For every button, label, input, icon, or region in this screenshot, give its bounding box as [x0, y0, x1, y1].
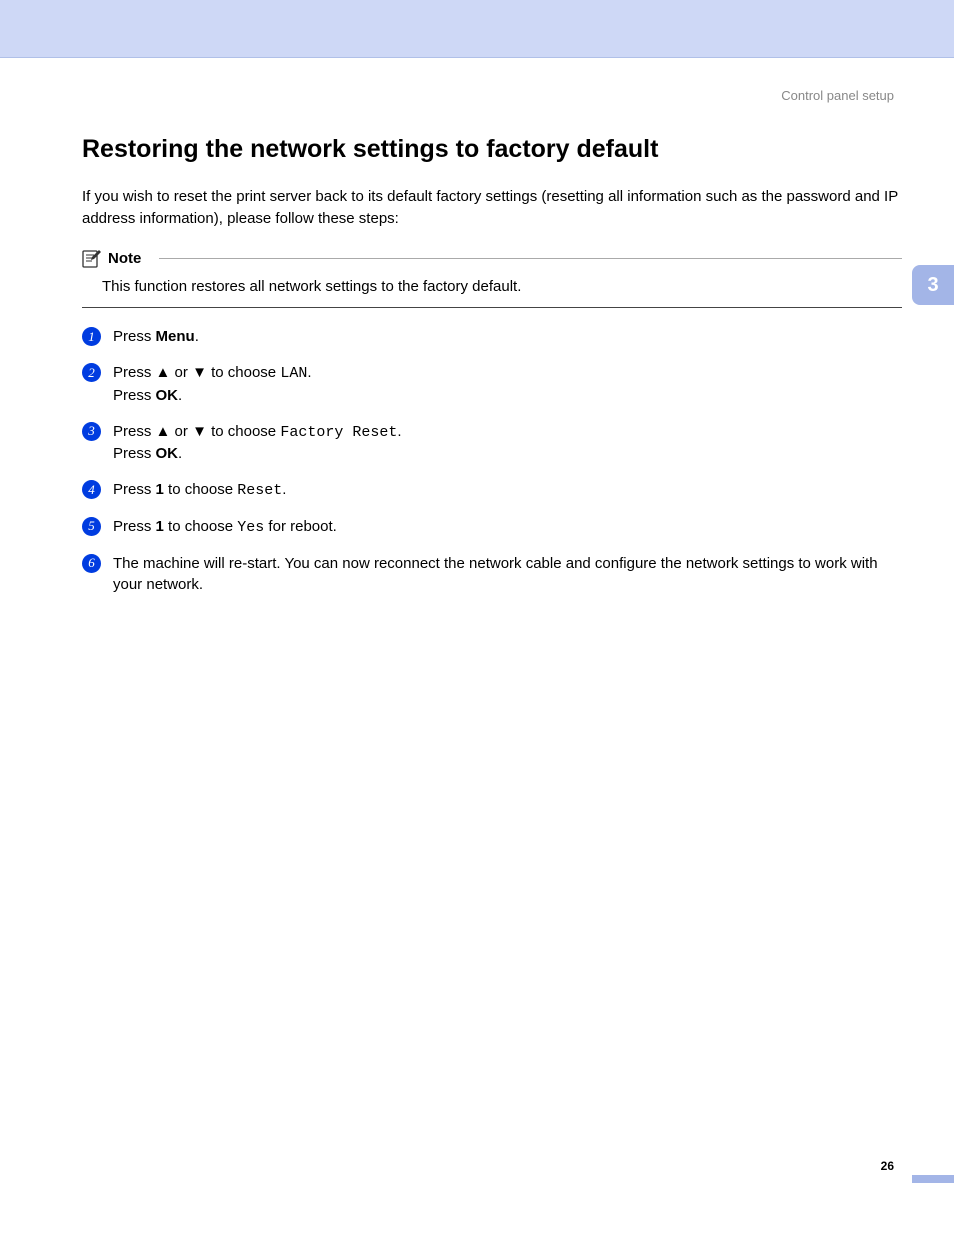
step: 5 Press 1 to choose Yes for reboot. [82, 516, 902, 539]
step-text-fragment: 1 [156, 518, 164, 535]
chapter-tab: 3 [912, 265, 954, 305]
step-text-fragment: Menu [156, 328, 195, 345]
step: 1 Press Menu. [82, 326, 902, 348]
page-content: Restoring the network settings to factor… [82, 135, 902, 610]
bottom-stripe [912, 1175, 954, 1183]
step-text-fragment: to choose [164, 481, 237, 498]
step-text-fragment: . [178, 387, 182, 404]
step-text-fragment: Reset [237, 482, 282, 499]
step-text-fragment: OK [156, 387, 179, 404]
step-text-fragment: Yes [237, 519, 264, 536]
step-body: The machine will re-start. You can now r… [113, 553, 902, 597]
note-icon [82, 250, 102, 268]
step-body: Press ▲ or ▼ to choose LAN. Press OK. [113, 362, 902, 407]
step-body: Press ▲ or ▼ to choose Factory Reset. Pre… [113, 421, 902, 466]
note-label: Note [108, 250, 141, 267]
step-number-badge: 6 [82, 554, 101, 573]
step: 6 The machine will re-start. You can now … [82, 553, 902, 597]
step-text-fragment: . [397, 423, 401, 440]
step-text-fragment: . [195, 328, 199, 345]
step-number-badge: 4 [82, 480, 101, 499]
step-text-fragment: 1 [156, 481, 164, 498]
section-header: Control panel setup [781, 88, 894, 103]
step-number-badge: 5 [82, 517, 101, 536]
note-text: This function restores all network setti… [82, 268, 902, 308]
step-text-fragment: Press [113, 518, 156, 535]
page-number: 26 [881, 1159, 894, 1173]
step-text-fragment: LAN [280, 365, 307, 382]
step-text-fragment: Factory Reset [280, 424, 397, 441]
step-text-fragment: Press [113, 481, 156, 498]
step-text-fragment: or [170, 423, 192, 440]
note-block: Note This function restores all network … [82, 250, 902, 309]
step-text-fragment: Press [113, 364, 156, 381]
step-text-fragment: . [307, 364, 311, 381]
step-number-badge: 3 [82, 422, 101, 441]
step-body: Press 1 to choose Yes for reboot. [113, 516, 902, 539]
step: 3Press ▲ or ▼ to choose Factory Reset.Pr… [82, 421, 902, 466]
step-text-fragment: Press [113, 387, 156, 404]
top-band [0, 0, 954, 58]
page-title: Restoring the network settings to factor… [82, 135, 902, 164]
step-number-badge: 2 [82, 363, 101, 382]
note-rule-bottom [82, 307, 902, 308]
step: 2 Press ▲ or ▼ to choose LAN. Press OK. [82, 362, 902, 407]
step-text-fragment: for reboot. [264, 518, 337, 535]
step-text-fragment: ▼ [192, 423, 207, 440]
step-text-fragment: to choose [164, 518, 237, 535]
note-rule-top [159, 258, 902, 259]
step-body: Press 1 to choose Reset. [113, 479, 902, 502]
step-text-fragment: Press [113, 328, 156, 345]
intro-paragraph: If you wish to reset the print server ba… [82, 186, 902, 230]
step-text-fragment: . [178, 445, 182, 462]
step-text-fragment: OK [156, 445, 179, 462]
step: 4 Press 1 to choose Reset. [82, 479, 902, 502]
step-body: Press Menu. [113, 326, 902, 348]
step-text-fragment: Press [113, 445, 156, 462]
step-text-fragment: The machine will re-start. You can now r… [113, 555, 878, 594]
step-number-badge: 1 [82, 327, 101, 346]
step-text-fragment: to choose [207, 423, 280, 440]
step-text-fragment: ▲ [156, 423, 171, 440]
note-header: Note [82, 250, 902, 268]
step-text-fragment: Press [113, 423, 156, 440]
step-text-fragment: ▼ [192, 364, 207, 381]
step-text-fragment: or [170, 364, 192, 381]
step-text-fragment: ▲ [156, 364, 171, 381]
steps-list: 1Press Menu.2Press ▲ or ▼ to choose LAN.… [82, 326, 902, 596]
step-text-fragment: to choose [207, 364, 280, 381]
step-text-fragment: . [282, 481, 286, 498]
